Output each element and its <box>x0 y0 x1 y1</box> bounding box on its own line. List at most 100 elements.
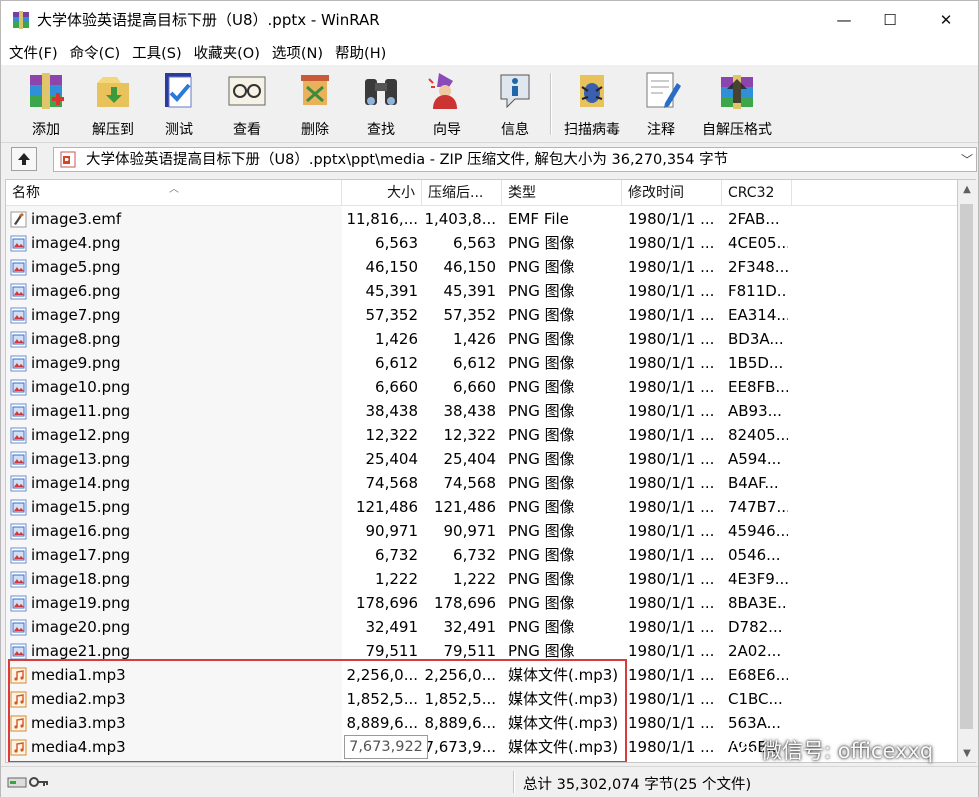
column-header-packed[interactable]: 压缩后... <box>422 180 502 206</box>
info-button[interactable]: 信息 <box>487 69 543 139</box>
address-bar[interactable]: 大学体验英语提高目标下册（U8）.pptx\ppt\media - ZIP 压缩… <box>53 147 977 172</box>
file-packed-size: 38,438 <box>443 402 497 420</box>
file-crc32: 2F348... <box>728 258 788 276</box>
file-modified: 1980/1/1 ... <box>628 738 715 756</box>
file-size: 74,568 <box>365 474 419 492</box>
up-folder-button[interactable] <box>11 147 37 171</box>
png-file-icon <box>10 379 27 396</box>
table-row[interactable]: image4.png 6,563 6,563 PNG 图像 1980/1/1 ... 4C… <box>6 231 957 255</box>
file-type: PNG 图像 <box>508 306 575 324</box>
table-row[interactable]: image9.png 6,612 6,612 PNG 图像 1980/1/1 ... 1B… <box>6 351 957 375</box>
file-type: PNG 图像 <box>508 234 575 252</box>
table-row[interactable]: image10.png 6,660 6,660 PNG 图像 1980/1/1 ... E… <box>6 375 957 399</box>
table-row[interactable]: image13.png 25,404 25,404 PNG 图像 1980/1/1 ..… <box>6 447 957 471</box>
test-label: 测试 <box>165 122 193 138</box>
file-packed-size: 6,732 <box>453 546 496 564</box>
minimize-button[interactable]: — <box>821 1 867 39</box>
file-crc32: 2FAB... <box>728 210 780 228</box>
file-crc32: 747B7... <box>728 498 788 516</box>
find-button[interactable]: 查找 <box>353 69 409 139</box>
column-header-crc32[interactable]: CRC32 <box>722 180 792 206</box>
comment-button[interactable]: 注释 <box>635 69 687 139</box>
close-button[interactable]: ✕ <box>923 1 969 39</box>
chevron-down-icon[interactable]: ﹀ <box>961 151 973 168</box>
title-bar: 大学体验英语提高目标下册（U8）.pptx - WinRAR — ☐ ✕ <box>1 1 978 39</box>
file-name: image20.png <box>31 618 131 636</box>
file-name: image3.emf <box>31 210 122 228</box>
file-modified: 1980/1/1 ... <box>628 570 715 588</box>
toolbar: 添加 解压到 测试 查看 删除 查找 向导 信息 扫描病毒 注释 自解压格式 <box>1 65 978 143</box>
view-icon <box>228 76 266 106</box>
table-row[interactable]: image5.png 46,150 46,150 PNG 图像 1980/1/1 ...… <box>6 255 957 279</box>
file-crc32: D782... <box>728 618 783 636</box>
table-row[interactable]: image7.png 57,352 57,352 PNG 图像 1980/1/1 ...… <box>6 303 957 327</box>
file-size: 6,732 <box>375 546 418 564</box>
list-header: 名称 ︿ 大小 压缩后... 类型 修改时间 CRC32 <box>6 180 957 206</box>
view-button[interactable]: 查看 <box>219 69 275 139</box>
file-modified: 1980/1/1 ... <box>628 522 715 540</box>
table-row[interactable]: image17.png 6,732 6,732 PNG 图像 1980/1/1 ... 0… <box>6 543 957 567</box>
table-row[interactable]: image18.png 1,222 1,222 PNG 图像 1980/1/1 ... 4… <box>6 567 957 591</box>
table-row[interactable]: image14.png 74,568 74,568 PNG 图像 1980/1/1 ..… <box>6 471 957 495</box>
png-file-icon <box>10 283 27 300</box>
maximize-button[interactable]: ☐ <box>867 1 913 39</box>
column-header-name[interactable]: 名称 ︿ <box>6 180 342 206</box>
table-row[interactable]: image8.png 1,426 1,426 PNG 图像 1980/1/1 ... BD… <box>6 327 957 351</box>
table-row[interactable]: image19.png 178,696 178,696 PNG 图像 1980/1/1 … <box>6 591 957 615</box>
table-row[interactable]: image11.png 38,438 38,438 PNG 图像 1980/1/1 ..… <box>6 399 957 423</box>
file-packed-size: 12,322 <box>443 426 497 444</box>
table-row[interactable]: image15.png 121,486 121,486 PNG 图像 1980/1/1 … <box>6 495 957 519</box>
column-header-size[interactable]: 大小 <box>342 180 422 206</box>
file-size: 1,426 <box>375 330 418 348</box>
column-header-type[interactable]: 类型 <box>502 180 622 206</box>
menu-favorites[interactable]: 收藏夹(O) <box>194 42 260 63</box>
sfx-button[interactable]: 自解压格式 <box>695 69 779 139</box>
file-modified: 1980/1/1 ... <box>628 378 715 396</box>
vertical-scrollbar[interactable]: ▲ ▼ <box>958 179 976 763</box>
menu-help[interactable]: 帮助(H) <box>335 42 386 63</box>
add-button[interactable]: 添加 <box>15 69 77 139</box>
png-file-icon <box>10 523 27 540</box>
delete-button[interactable]: 删除 <box>287 69 343 139</box>
file-crc32: 0546... <box>728 546 781 564</box>
scroll-down-icon[interactable]: ▼ <box>958 744 976 762</box>
file-type: PNG 图像 <box>508 570 575 588</box>
table-row[interactable]: image16.png 90,971 90,971 PNG 图像 1980/1/1 ..… <box>6 519 957 543</box>
table-row[interactable]: image20.png 32,491 32,491 PNG 图像 1980/1/1 ..… <box>6 615 957 639</box>
file-type: PNG 图像 <box>508 330 575 348</box>
file-crc32: 82405... <box>728 426 788 444</box>
table-row[interactable]: image6.png 45,391 45,391 PNG 图像 1980/1/1 ...… <box>6 279 957 303</box>
find-label: 查找 <box>367 122 395 138</box>
extract-to-button[interactable]: 解压到 <box>85 69 141 139</box>
png-file-icon <box>10 235 27 252</box>
file-crc32: A594... <box>728 450 782 468</box>
file-crc32: EA314... <box>728 306 788 324</box>
column-header-modified[interactable]: 修改时间 <box>622 180 722 206</box>
menu-command[interactable]: 命令(C) <box>70 42 120 63</box>
mp3-highlight-box <box>8 659 627 762</box>
scroll-thumb[interactable] <box>960 204 973 729</box>
png-file-icon <box>10 355 27 372</box>
table-row[interactable]: image12.png 12,322 12,322 PNG 图像 1980/1/1 ..… <box>6 423 957 447</box>
menu-tools[interactable]: 工具(S) <box>132 42 182 63</box>
menu-file[interactable]: 文件(F) <box>9 42 58 63</box>
file-size: 90,971 <box>365 522 419 540</box>
delete-label: 删除 <box>301 122 329 138</box>
file-modified: 1980/1/1 ... <box>628 450 715 468</box>
wizard-button[interactable]: 向导 <box>419 69 475 139</box>
file-size: 45,391 <box>365 282 419 300</box>
file-crc32: 1B5D... <box>728 354 784 372</box>
file-packed-size: 25,404 <box>443 450 497 468</box>
file-type: PNG 图像 <box>508 258 575 276</box>
scroll-up-icon[interactable]: ▲ <box>958 180 976 198</box>
png-file-icon <box>10 427 27 444</box>
extract-to-icon <box>97 77 129 107</box>
menu-options[interactable]: 选项(N) <box>272 42 323 63</box>
test-button[interactable]: 测试 <box>151 69 207 139</box>
up-arrow-icon <box>18 153 30 165</box>
table-row[interactable]: image3.emf 11,816,... 1,403,8... EMF File 19… <box>6 207 957 231</box>
wechat-icon <box>731 740 755 760</box>
file-packed-size: 121,486 <box>433 498 496 516</box>
virus-scan-button[interactable]: 扫描病毒 <box>557 69 627 139</box>
file-type: PNG 图像 <box>508 426 575 444</box>
